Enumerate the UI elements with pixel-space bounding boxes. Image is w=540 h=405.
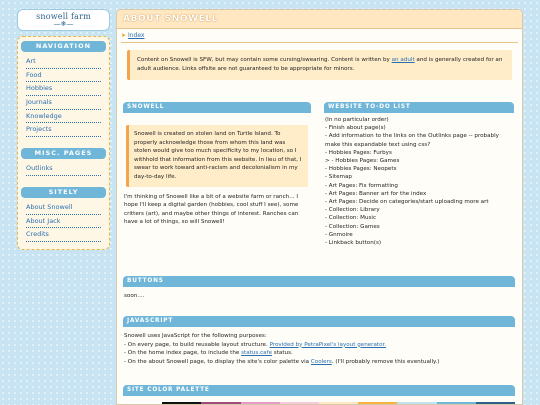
javascript-line-2: - On the home index page, to include the… xyxy=(124,349,514,358)
status-cafe-link[interactable]: status.cafe xyxy=(241,350,272,356)
sidebar-item-outlinks[interactable]: Outlinks xyxy=(26,162,101,176)
javascript-line-1: - On every page, to build reusable layou… xyxy=(124,341,514,350)
snowell-heading: SNOWELL xyxy=(123,102,311,113)
line-text: - On the about Snowell page, to display … xyxy=(124,358,311,365)
content-notice: Content on Snowell is SFW, but may conta… xyxy=(127,50,512,80)
buttons-box: BUTTONS soon.... xyxy=(123,276,515,301)
javascript-line-3: - On the about Snowell page, to display … xyxy=(124,358,514,367)
list-item: - Finish about page(s) xyxy=(325,125,386,132)
an-adult-link[interactable]: an adult xyxy=(392,57,415,63)
sidebar-item-knowledge[interactable]: Knowledge xyxy=(26,110,101,124)
line-text: - On the home index page, to include the xyxy=(124,350,242,357)
sidebar-item-about-jack[interactable]: About Jack xyxy=(26,215,101,229)
list-item: - Hobbies Pages: Neopets xyxy=(325,166,397,173)
sidebar-item-journals[interactable]: Journals xyxy=(26,96,101,110)
breadcrumb-arrow-icon: ➤ xyxy=(121,32,127,39)
list-item: - Art Pages: Banner art for the index xyxy=(325,190,427,197)
list-item: - Art Pages: Decide on categories/start … xyxy=(325,199,489,206)
misc-pages-heading: MISC. PAGES xyxy=(21,148,106,160)
list-item: - Collection: Music xyxy=(325,215,377,222)
todo-heading: WEBSITE TO-DO LIST xyxy=(324,102,514,113)
line-text: - On every page, to build reusable layou… xyxy=(124,341,270,348)
sidebar-item-food[interactable]: Food xyxy=(26,69,101,83)
sidebar-item-about-snowell[interactable]: About Snowell xyxy=(26,201,101,215)
snowflake-icon: —❄— xyxy=(53,20,74,28)
sidebar-item-art[interactable]: Art xyxy=(26,55,101,69)
sitely-heading: SITELY xyxy=(21,186,106,198)
line-text-end: status. xyxy=(272,350,293,357)
sidebar: snowell farm —❄— NAVIGATION Art Food Hob… xyxy=(17,9,110,250)
buttons-heading: BUTTONS xyxy=(123,276,515,287)
misc-pages-list: Outlinks xyxy=(21,162,106,179)
list-item: - Art Pages: Fix formatting xyxy=(325,182,398,189)
land-acknowledgement: Snowell is created on stolen land on Tur… xyxy=(126,125,308,187)
list-item: - Hobbies Pages: Furbys xyxy=(325,149,392,156)
navigation-heading: NAVIGATION xyxy=(21,41,106,52)
page-header: ABOUT SNOWELL xyxy=(117,10,522,29)
snowell-box: SNOWELL Snowell is created on stolen lan… xyxy=(123,102,311,227)
layout-generator-link[interactable]: Provided by PetraPixel's layout generato… xyxy=(270,342,387,348)
javascript-body: Snowell uses JavaScript for the followin… xyxy=(123,327,515,366)
list-item: - Add information to the links on the Ou… xyxy=(325,133,499,148)
sidebar-panel: NAVIGATION Art Food Hobbies Journals Kno… xyxy=(17,36,110,250)
sitely-list: About Snowell About Jack Credits xyxy=(21,201,106,245)
palette-heading: SITE COLOR PALETTE xyxy=(123,385,515,396)
palette-box: SITE COLOR PALETTE xyxy=(123,385,516,404)
breadcrumb-index-link[interactable]: Index xyxy=(128,32,145,39)
breadcrumb: ➤ Index xyxy=(117,29,522,39)
list-item: - Linkback button(s) xyxy=(325,240,382,247)
list-item: (In no particular order) xyxy=(325,117,389,123)
page-title: ABOUT SNOWELL xyxy=(123,14,219,24)
list-item: - Collection: Games xyxy=(325,223,380,230)
navigation-list: Art Food Hobbies Journals Knowledge Proj… xyxy=(21,55,106,140)
javascript-box: JAVASCRIPT Snowell uses JavaScript for t… xyxy=(123,316,515,366)
list-item: - Gnmoire xyxy=(325,231,353,238)
notice-text: Content on Snowell is SFW, but may conta… xyxy=(137,57,392,63)
javascript-intro: Snowell uses JavaScript for the followin… xyxy=(124,333,267,339)
main-content: ABOUT SNOWELL ➤ Index Content on Snowell… xyxy=(116,9,523,405)
sidebar-item-credits[interactable]: Credits xyxy=(26,228,101,242)
line-text-end: . (I'll probably remove this eventually.… xyxy=(331,358,440,365)
site-logo[interactable]: snowell farm —❄— xyxy=(17,9,110,31)
sidebar-item-projects[interactable]: Projects xyxy=(26,123,101,138)
todo-list: (In no particular order) - Finish about … xyxy=(324,113,514,247)
coolers-link[interactable]: Coolers xyxy=(311,359,332,365)
sidebar-item-hobbies[interactable]: Hobbies xyxy=(26,82,101,97)
buttons-text: soon.... xyxy=(124,293,145,299)
todo-box: WEBSITE TO-DO LIST (In no particular ord… xyxy=(324,102,514,247)
list-item: > - Hobbies Pages: Games xyxy=(325,158,400,165)
snowell-paragraph: I'm thinking of Snowell like a bit of a … xyxy=(124,193,299,226)
list-item: - Collection: Library xyxy=(325,207,380,214)
breadcrumb-divider xyxy=(121,42,518,43)
javascript-heading: JAVASCRIPT xyxy=(123,316,515,327)
list-item: - Sitemap xyxy=(325,174,352,181)
